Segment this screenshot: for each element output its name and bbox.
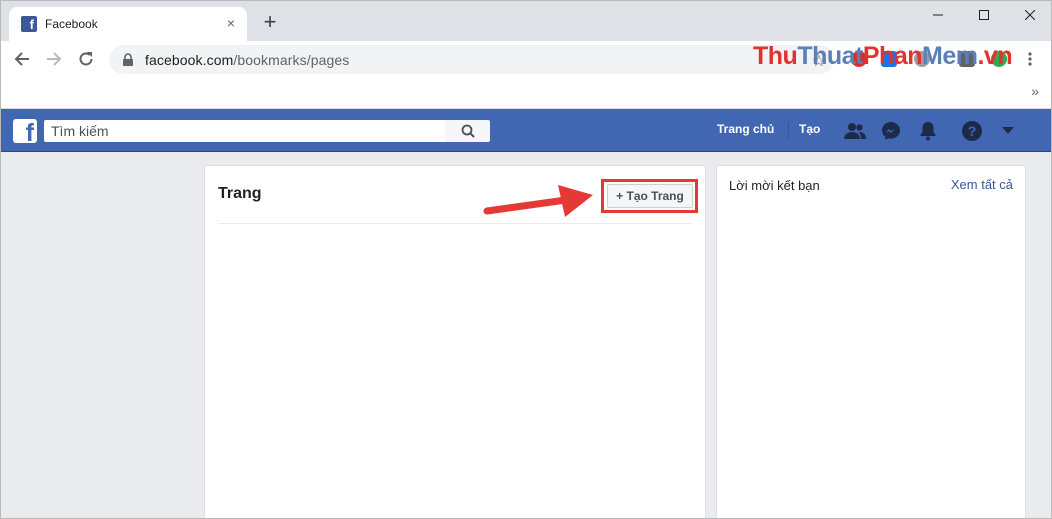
- bell-icon[interactable]: [916, 119, 940, 143]
- card-divider: [218, 223, 692, 224]
- nav-create-link[interactable]: Tạo: [799, 122, 820, 136]
- forward-arrow-icon[interactable]: [42, 47, 66, 71]
- friend-requests-card: Lời mời kết bạn Xem tất cả: [716, 165, 1026, 518]
- browser-window: f Facebook × + facebook.com/bookmarks/pa…: [0, 0, 1052, 519]
- see-all-link[interactable]: Xem tất cả: [951, 177, 1013, 192]
- tab-title: Facebook: [45, 17, 98, 31]
- reload-icon[interactable]: [74, 47, 98, 71]
- pages-card: Trang + Tạo Trang: [204, 165, 706, 518]
- svg-text:?: ?: [968, 123, 977, 139]
- red-arrow-icon: [483, 185, 593, 217]
- menu-icon[interactable]: [1028, 51, 1032, 67]
- window-close-icon[interactable]: [1007, 1, 1051, 29]
- tab-strip: f Facebook × +: [1, 1, 1051, 41]
- back-arrow-icon[interactable]: [10, 47, 34, 71]
- minimize-icon[interactable]: [915, 1, 961, 29]
- account-dropdown-icon[interactable]: [996, 119, 1020, 143]
- nav-separator: [788, 122, 789, 139]
- friend-requests-title: Lời mời kết bạn: [729, 178, 820, 193]
- messenger-icon[interactable]: [879, 119, 903, 143]
- facebook-favicon-icon: f: [21, 16, 37, 32]
- lock-icon: [123, 52, 133, 66]
- facebook-header: f Trang chủ Tạo ?: [1, 109, 1051, 152]
- address-bar[interactable]: facebook.com/bookmarks/pages ☆: [109, 45, 834, 74]
- create-page-button[interactable]: + Tạo Trang: [607, 184, 693, 208]
- bookmarks-overflow-icon[interactable]: »: [1031, 83, 1039, 99]
- pages-title: Trang: [218, 185, 262, 202]
- tab-facebook[interactable]: f Facebook ×: [9, 7, 247, 41]
- help-icon[interactable]: ?: [960, 119, 984, 143]
- facebook-logo-icon[interactable]: f: [13, 119, 37, 143]
- maximize-icon[interactable]: [961, 1, 1007, 29]
- search-icon: [461, 124, 475, 138]
- url-text: facebook.com/bookmarks/pages: [145, 51, 350, 68]
- search-button[interactable]: [445, 120, 490, 142]
- friends-icon[interactable]: [843, 119, 867, 143]
- tab-close-icon[interactable]: ×: [223, 15, 239, 31]
- bookmarks-bar: »: [1, 77, 1051, 109]
- search-input[interactable]: [44, 120, 445, 142]
- new-tab-button[interactable]: +: [258, 11, 282, 35]
- nav-home-link[interactable]: Trang chủ: [717, 122, 774, 136]
- watermark: ThuThuatPhanMem.vn: [753, 42, 1013, 70]
